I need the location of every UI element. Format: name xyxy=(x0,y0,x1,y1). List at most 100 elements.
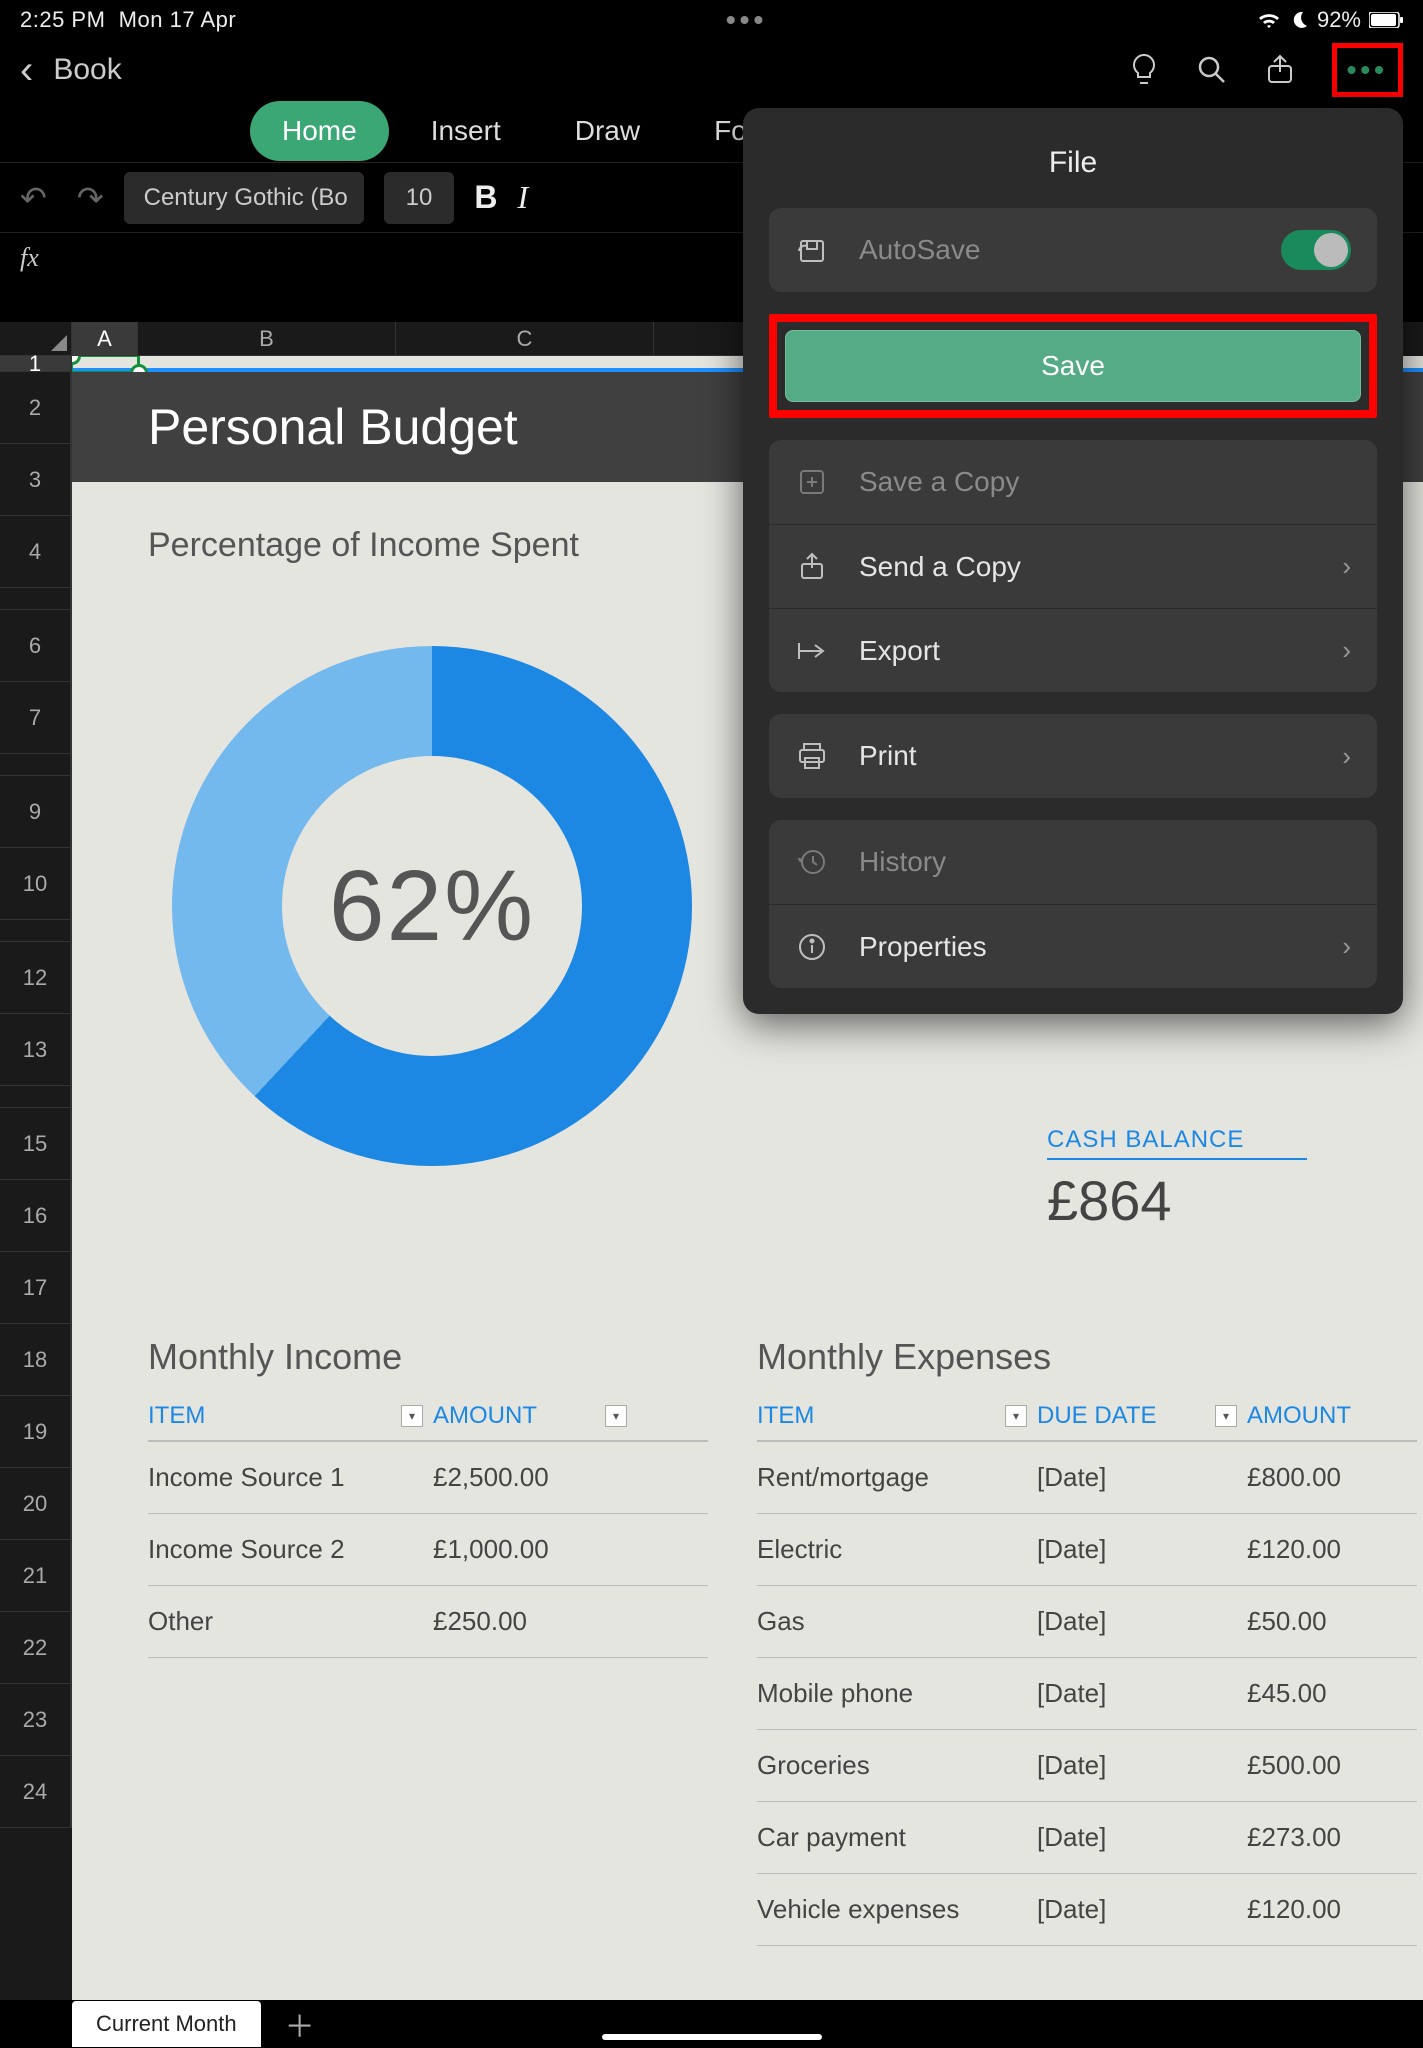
ribbon-tab-insert[interactable]: Insert xyxy=(399,101,533,161)
info-icon xyxy=(795,930,829,964)
send-a-copy-row[interactable]: Send a Copy › xyxy=(769,524,1377,608)
col-header-b[interactable]: B xyxy=(138,322,396,356)
app-bar: ‹ Book ••• xyxy=(0,40,1423,100)
expense-item: Gas xyxy=(757,1586,1037,1657)
font-name-select[interactable]: Century Gothic (Bo xyxy=(124,172,364,224)
row-header[interactable]: 16 xyxy=(0,1180,72,1252)
properties-row[interactable]: Properties › xyxy=(769,904,1377,988)
autosave-row[interactable]: AutoSave xyxy=(769,208,1377,292)
ribbon-tab-draw[interactable]: Draw xyxy=(543,101,672,161)
file-menu: File AutoSave Save Save a Copy Send a Co… xyxy=(743,108,1403,1014)
row-header[interactable]: 24 xyxy=(0,1756,72,1828)
sheet-tabs-bar: Current Month ＋ xyxy=(0,2000,1423,2048)
row-header[interactable]: 13 xyxy=(0,1014,72,1086)
table-row[interactable]: Groceries[Date]£500.00 xyxy=(757,1730,1417,1802)
add-sheet-icon[interactable]: ＋ xyxy=(285,2002,315,2046)
ribbon-tab-home[interactable]: Home xyxy=(250,101,389,161)
row-header[interactable] xyxy=(0,588,72,610)
income-table: Monthly Income ITEM▾ AMOUNT▾ Income Sour… xyxy=(148,1336,708,1658)
share-icon[interactable] xyxy=(1264,54,1296,86)
save-button[interactable]: Save xyxy=(785,330,1361,402)
row-header[interactable]: 21 xyxy=(0,1540,72,1612)
expense-amount: £800.00 xyxy=(1247,1442,1397,1513)
export-row[interactable]: Export › xyxy=(769,608,1377,692)
send-copy-icon xyxy=(795,550,829,584)
table-row[interactable]: Car payment[Date]£273.00 xyxy=(757,1802,1417,1874)
document-title[interactable]: Book xyxy=(53,53,121,87)
table-row[interactable]: Other£250.00 xyxy=(148,1586,708,1658)
undo-icon[interactable]: ↶ xyxy=(20,179,47,217)
redo-icon[interactable]: ↷ xyxy=(77,179,104,217)
history-row: History xyxy=(769,820,1377,904)
row-header[interactable] xyxy=(0,1086,72,1108)
filter-dropdown-icon[interactable]: ▾ xyxy=(401,1405,423,1427)
table-row[interactable]: Income Source 2£1,000.00 xyxy=(148,1514,708,1586)
toggle-knob xyxy=(1314,233,1348,267)
ellipsis-icon: ••• xyxy=(1347,54,1388,85)
row-header[interactable]: 3 xyxy=(0,444,72,516)
status-time-date: 2:25 PM Mon 17 Apr xyxy=(20,7,236,33)
filter-dropdown-icon[interactable]: ▾ xyxy=(1005,1405,1027,1427)
back-chevron-icon[interactable]: ‹ xyxy=(20,48,33,93)
row-header[interactable]: 7 xyxy=(0,682,72,754)
row-header[interactable]: 2 xyxy=(0,372,72,444)
row-header[interactable] xyxy=(0,754,72,776)
expenses-header-due: DUE DATE xyxy=(1037,1402,1157,1430)
row-header[interactable] xyxy=(0,920,72,942)
row-header[interactable]: 22 xyxy=(0,1612,72,1684)
row-header[interactable]: 18 xyxy=(0,1324,72,1396)
percent-spent-heading: Percentage of Income Spent xyxy=(148,526,579,565)
chevron-right-icon: › xyxy=(1342,635,1351,666)
more-menu-button[interactable]: ••• xyxy=(1332,43,1403,97)
multitask-dots-icon[interactable]: ••• xyxy=(726,4,767,36)
table-row[interactable]: Electric[Date]£120.00 xyxy=(757,1514,1417,1586)
row-header[interactable]: 19 xyxy=(0,1396,72,1468)
print-row[interactable]: Print › xyxy=(769,714,1377,798)
income-header-amount: AMOUNT xyxy=(433,1402,537,1430)
row-header[interactable]: 4 xyxy=(0,516,72,588)
table-row[interactable]: Vehicle expenses[Date]£120.00 xyxy=(757,1874,1417,1946)
row-header[interactable]: 17 xyxy=(0,1252,72,1324)
row-header[interactable]: 10 xyxy=(0,848,72,920)
ideas-lightbulb-icon[interactable] xyxy=(1128,54,1160,86)
export-label: Export xyxy=(859,635,1312,667)
expense-due: [Date] xyxy=(1037,1658,1247,1729)
history-label: History xyxy=(859,846,1351,878)
chevron-right-icon: › xyxy=(1342,551,1351,582)
export-icon xyxy=(795,634,829,668)
print-label: Print xyxy=(859,740,1312,772)
table-row[interactable]: Income Source 1£2,500.00 xyxy=(148,1442,708,1514)
bold-button[interactable]: B xyxy=(474,179,497,216)
expenses-header-item: ITEM xyxy=(757,1402,814,1430)
font-size-select[interactable]: 10 xyxy=(384,172,455,224)
table-row[interactable]: Gas[Date]£50.00 xyxy=(757,1586,1417,1658)
col-header-c[interactable]: C xyxy=(396,322,654,356)
chevron-right-icon: › xyxy=(1342,931,1351,962)
search-icon[interactable] xyxy=(1196,54,1228,86)
sheet-tab-current[interactable]: Current Month xyxy=(72,2001,261,2047)
filter-dropdown-icon[interactable]: ▾ xyxy=(605,1405,627,1427)
autosave-toggle[interactable] xyxy=(1281,230,1351,270)
italic-button[interactable]: I xyxy=(517,179,528,216)
home-indicator[interactable] xyxy=(602,2034,822,2040)
expense-item: Vehicle expenses xyxy=(757,1874,1037,1945)
row-header[interactable]: 6 xyxy=(0,610,72,682)
row-header[interactable]: 1 xyxy=(0,356,72,372)
row-header[interactable]: 23 xyxy=(0,1684,72,1756)
row-header[interactable]: 12 xyxy=(0,942,72,1014)
table-row[interactable]: Rent/mortgage[Date]£800.00 xyxy=(757,1442,1417,1514)
table-row[interactable]: Mobile phone[Date]£45.00 xyxy=(757,1658,1417,1730)
cash-balance-value: £864 xyxy=(1047,1168,1172,1233)
donut-hole: 62% xyxy=(282,756,582,1056)
income-header-item: ITEM xyxy=(148,1402,205,1430)
col-header-a[interactable]: A xyxy=(72,322,138,356)
expense-item: Rent/mortgage xyxy=(757,1442,1037,1513)
history-icon xyxy=(795,845,829,879)
row-header[interactable]: 9 xyxy=(0,776,72,848)
expense-due: [Date] xyxy=(1037,1874,1247,1945)
expense-amount: £120.00 xyxy=(1247,1874,1397,1945)
filter-dropdown-icon[interactable]: ▾ xyxy=(1215,1405,1237,1427)
row-header[interactable]: 15 xyxy=(0,1108,72,1180)
row-header[interactable]: 20 xyxy=(0,1468,72,1540)
expense-amount: £120.00 xyxy=(1247,1514,1397,1585)
